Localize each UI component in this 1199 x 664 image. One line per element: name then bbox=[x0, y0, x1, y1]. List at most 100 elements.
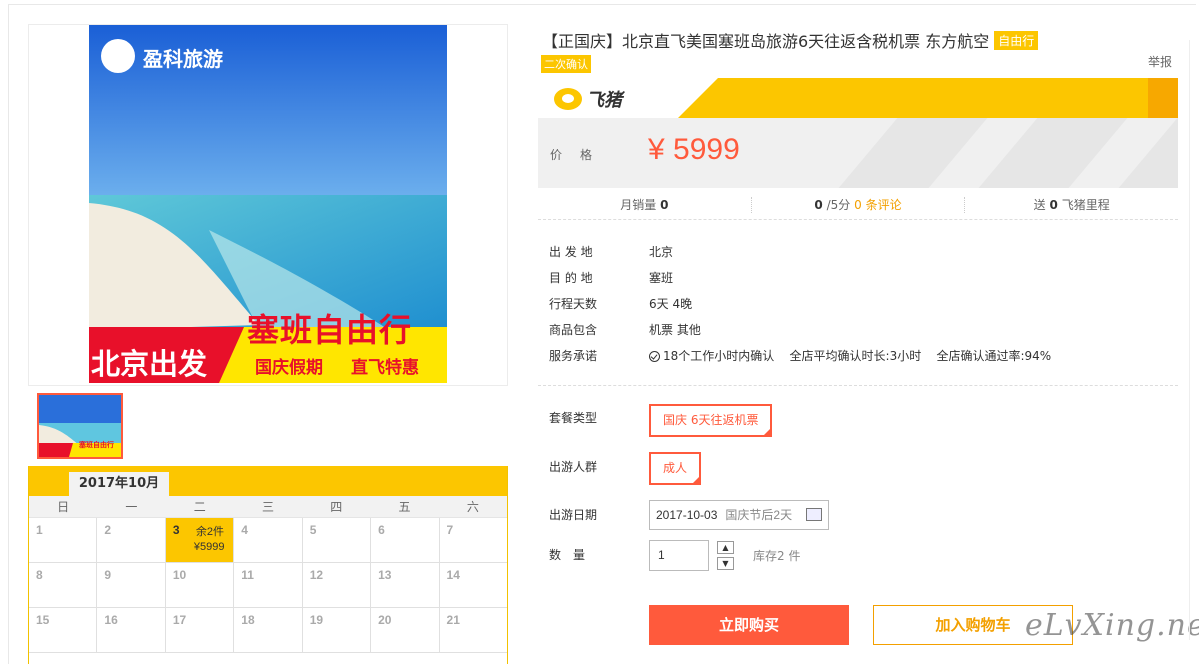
price-stripe bbox=[838, 118, 988, 188]
points-prefix: 送 bbox=[1033, 198, 1046, 212]
scrollbar[interactable] bbox=[1189, 40, 1197, 640]
info-value: 北京 bbox=[649, 245, 674, 259]
weekday: 五 bbox=[398, 500, 411, 514]
info-key: 出 发 地 bbox=[549, 245, 593, 259]
banner-diagonal bbox=[678, 78, 718, 118]
calendar-day: 1 bbox=[29, 518, 98, 562]
calendar-day: 13 bbox=[371, 563, 440, 607]
calendar-day: 18 bbox=[234, 608, 303, 652]
watermark: eLvXing.net bbox=[1025, 608, 1199, 643]
info-value-service: 18个工作小时内确认 全店平均确认时长:3小时 全店确认通过率:94% bbox=[649, 347, 1051, 364]
points-value: 0 bbox=[1049, 198, 1058, 212]
qty-increase-button[interactable]: ▲ bbox=[717, 541, 734, 554]
score-value: 0 bbox=[814, 198, 823, 212]
date-label: 出游日期 bbox=[549, 508, 598, 522]
confirm-badge: 二次确认 bbox=[541, 55, 591, 73]
fliggy-banner: 飞猪 bbox=[538, 78, 1178, 118]
calendar-day: 10 bbox=[166, 563, 235, 607]
price-label: 价格 bbox=[550, 148, 611, 162]
calendar-day: 11 bbox=[234, 563, 303, 607]
calendar-month[interactable]: 2017年10月 bbox=[69, 472, 169, 496]
stock-text: 库存2 件 bbox=[753, 549, 801, 563]
calendar-day: 14 bbox=[446, 568, 460, 582]
day-stock: 余2件 bbox=[195, 526, 224, 538]
info-key: 服务承诺 bbox=[549, 349, 598, 363]
brand-logo-text: 盈科旅游 bbox=[143, 47, 223, 71]
calendar-day: 19 bbox=[303, 608, 372, 652]
calendar-day: 5 bbox=[303, 518, 372, 562]
calendar-day-selected[interactable]: 3 余2件 ¥5999 bbox=[165, 518, 235, 562]
qty-decrease-button[interactable]: ▼ bbox=[717, 557, 734, 570]
monthly-sales: 月销量 0 bbox=[538, 196, 751, 213]
image-depart: 北京出发 bbox=[91, 347, 208, 381]
image-headline: 塞班自由行 bbox=[247, 311, 413, 349]
product-page: { "product": { "title": "【正国庆】北京直飞美国塞班岛旅… bbox=[0, 0, 1199, 664]
weekday: 二 bbox=[193, 500, 206, 514]
price-panel: 价格 ¥ 5999 bbox=[538, 118, 1178, 188]
report-link[interactable]: 举报 bbox=[1148, 53, 1172, 70]
calendar-day: 6 bbox=[371, 518, 440, 562]
weekday: 三 bbox=[261, 500, 274, 514]
info-value: 机票 其他 bbox=[649, 323, 701, 337]
image-sub1: 国庆假期 bbox=[255, 358, 323, 378]
package-option[interactable]: 国庆 6天往返机票 bbox=[649, 404, 773, 437]
people-label: 出游人群 bbox=[549, 460, 598, 474]
weekday: 日 bbox=[57, 500, 70, 514]
calendar-day: 15 bbox=[29, 608, 98, 652]
departure-calendar: 2017年10月 日 一 二 三 四 五 六 1 2 3 余2件 ¥5999 4… bbox=[28, 466, 508, 664]
sales-label: 月销量 bbox=[620, 198, 657, 212]
qty-label: 数 量 bbox=[549, 548, 586, 562]
info-value: 6天 4晚 bbox=[649, 297, 693, 311]
weekday: 六 bbox=[466, 500, 479, 514]
fliggy-logo: 飞猪 bbox=[554, 86, 622, 112]
calendar-icon[interactable] bbox=[806, 508, 822, 521]
day-number: 3 bbox=[172, 523, 180, 537]
price-stripe bbox=[1118, 118, 1178, 188]
service-text: 18个工作小时内确认 全店平均确认时长:3小时 全店确认通过率:94% bbox=[663, 349, 1052, 363]
calendar-header: 2017年10月 bbox=[29, 466, 507, 496]
calendar-day: 20 bbox=[371, 608, 440, 652]
product-thumbnail[interactable]: 塞班自由行 bbox=[37, 393, 123, 459]
rating: 0 /5分 0 条评论 bbox=[752, 196, 965, 213]
calendar-day: 2 bbox=[97, 518, 166, 562]
score-suffix: /5分 bbox=[826, 198, 851, 212]
pig-icon bbox=[554, 88, 582, 110]
package-label: 套餐类型 bbox=[549, 411, 598, 425]
calendar-row: 8 9 10 11 12 13 14 bbox=[29, 563, 507, 608]
calendar-day: 12 bbox=[303, 563, 372, 607]
calendar-weekdays: 日 一 二 三 四 五 六 bbox=[29, 496, 507, 518]
calendar-day: 8 bbox=[29, 563, 98, 607]
stats-bar: 月销量 0 0 /5分 0 条评论 送 0 飞猪里程 bbox=[538, 190, 1178, 220]
weekday: 四 bbox=[330, 500, 343, 514]
calendar-day: 17 bbox=[166, 608, 235, 652]
info-key: 行程天数 bbox=[549, 297, 598, 311]
calendar-day: 7 bbox=[446, 523, 454, 537]
date-picker[interactable]: 2017-10-03 国庆节后2天 bbox=[649, 500, 829, 530]
date-value: 2017-10-03 bbox=[656, 508, 718, 522]
calendar-day: 16 bbox=[97, 608, 166, 652]
weekday: 一 bbox=[125, 500, 138, 514]
image-sub2: 直飞特惠 bbox=[351, 358, 419, 378]
product-title: 【正国庆】北京直飞美国塞班岛旅游6天往返含税机票 东方航空 自由行 bbox=[542, 28, 1039, 52]
calendar-row: 15 16 17 18 19 20 21 bbox=[29, 608, 507, 653]
calendar-day: 4 bbox=[234, 518, 303, 562]
price-stripe bbox=[978, 118, 1128, 188]
date-note: 国庆节后2天 bbox=[725, 508, 793, 522]
sales-value: 0 bbox=[660, 198, 669, 212]
quantity-input[interactable]: 1 bbox=[649, 540, 709, 571]
price-value: ¥ 5999 bbox=[648, 133, 740, 166]
check-circle-icon bbox=[649, 351, 660, 362]
product-title-text: 【正国庆】北京直飞美国塞班岛旅游6天往返含税机票 东方航空 bbox=[542, 32, 990, 51]
thumb-headline: 塞班自由行 bbox=[79, 441, 114, 449]
section-divider bbox=[538, 385, 1178, 386]
people-option[interactable]: 成人 bbox=[649, 452, 702, 485]
reviews-link[interactable]: 0 条评论 bbox=[854, 198, 901, 212]
product-main-image[interactable]: 盈科旅游 塞班自由行 北京出发 国庆假期 直飞特惠 bbox=[89, 25, 447, 383]
info-key: 商品包含 bbox=[549, 323, 598, 337]
points: 送 0 飞猪里程 bbox=[965, 196, 1178, 213]
calendar-row: 1 2 3 余2件 ¥5999 4 5 6 7 bbox=[29, 518, 507, 563]
banner-accent bbox=[1148, 78, 1178, 118]
points-suffix: 飞猪里程 bbox=[1061, 198, 1110, 212]
buy-now-button[interactable]: 立即购买 bbox=[649, 605, 849, 645]
fliggy-logo-text: 飞猪 bbox=[586, 90, 622, 111]
